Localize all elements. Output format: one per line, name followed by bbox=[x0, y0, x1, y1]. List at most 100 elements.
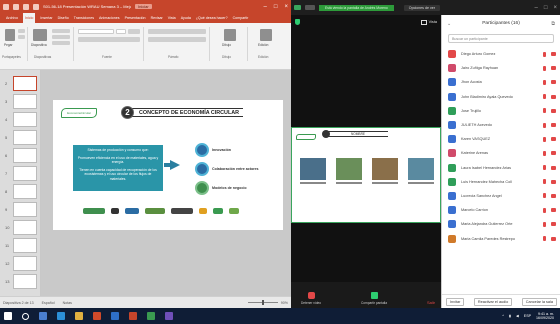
slide-thumbnail[interactable]: 3 bbox=[5, 94, 37, 109]
copy-icon[interactable] bbox=[18, 35, 25, 39]
minimize-icon[interactable]: – bbox=[264, 4, 267, 10]
pop-out-icon[interactable]: ⧉ bbox=[551, 21, 555, 27]
participant-row[interactable]: Luis Hernandez Mahecha Coll bbox=[442, 175, 560, 189]
search-icon[interactable] bbox=[22, 312, 29, 320]
participant-row[interactable]: Marcelo Carrion bbox=[442, 203, 560, 217]
stop-video-button[interactable]: Detener vídeo bbox=[301, 292, 321, 305]
zoom-app-icon[interactable] bbox=[111, 312, 119, 320]
slide-thumbnail[interactable]: 7 bbox=[5, 166, 37, 181]
zoom-control[interactable]: 90% bbox=[247, 300, 288, 305]
slide-thumbnail[interactable]: 2 bbox=[5, 76, 37, 91]
zoom-level[interactable]: 90% bbox=[281, 301, 288, 305]
align-buttons[interactable] bbox=[148, 37, 206, 42]
tab-review[interactable]: Revisar bbox=[151, 16, 163, 20]
font-name-select[interactable] bbox=[78, 29, 114, 34]
more-button[interactable]: Cancelar la sala bbox=[521, 297, 557, 306]
tab-help[interactable]: Ayuda bbox=[181, 16, 191, 20]
tab-file[interactable]: Archivo bbox=[6, 16, 18, 20]
participant-row[interactable]: Maria Alejandra Gutierrez Orte bbox=[442, 217, 560, 231]
layout-button[interactable] bbox=[52, 29, 70, 33]
font-grow-icon[interactable] bbox=[128, 29, 140, 34]
slide-thumbnail[interactable]: 13 bbox=[5, 274, 37, 289]
language-indicator[interactable]: Español bbox=[42, 301, 55, 305]
slide-editor-canvas[interactable]: EconomíaCircular CONCEPTO DE ECONOMÍA CI… bbox=[41, 70, 291, 296]
font-size-select[interactable] bbox=[116, 29, 126, 34]
reset-button[interactable] bbox=[52, 35, 70, 39]
current-slide[interactable]: EconomíaCircular CONCEPTO DE ECONOMÍA CI… bbox=[53, 100, 283, 230]
tell-me-search[interactable]: ¿Qué desea hacer? bbox=[196, 16, 228, 20]
redo-icon[interactable] bbox=[23, 3, 29, 10]
participant-search-input[interactable]: Buscar un participante bbox=[448, 34, 554, 43]
tab-transitions[interactable]: Transiciones bbox=[74, 16, 94, 20]
tray-up-icon[interactable]: ^ bbox=[502, 314, 504, 318]
slide-thumbnail[interactable]: 6 bbox=[5, 148, 37, 163]
excel-app-icon[interactable] bbox=[147, 312, 155, 320]
drawing-icon[interactable] bbox=[224, 29, 236, 41]
maximize-icon[interactable]: □ bbox=[544, 5, 548, 11]
list-buttons[interactable] bbox=[148, 29, 206, 34]
save-icon[interactable] bbox=[3, 3, 9, 10]
participant-row[interactable]: Jose Trujillo bbox=[442, 104, 560, 118]
share-button[interactable]: Compartir bbox=[233, 16, 249, 20]
view-toggle[interactable]: Vista bbox=[420, 19, 437, 25]
tab-slideshow[interactable]: Presentación bbox=[125, 16, 146, 20]
powerpoint-app-icon[interactable] bbox=[129, 312, 137, 320]
tab-design[interactable]: Diseño bbox=[58, 16, 69, 20]
tab-animations[interactable]: Animaciones bbox=[99, 16, 120, 20]
invite-button[interactable]: Invitar bbox=[446, 297, 465, 306]
slide-thumbnail[interactable]: 9 bbox=[5, 202, 37, 217]
slide-thumbnail[interactable]: 4 bbox=[5, 112, 37, 127]
clock[interactable]: 9:41 a. m. 16/09/2020 bbox=[536, 312, 554, 321]
participant-row[interactable]: Laura Isabel Hernandez Arias bbox=[442, 161, 560, 175]
cut-icon[interactable] bbox=[18, 29, 25, 33]
slide-thumbnail[interactable]: 11 bbox=[5, 238, 37, 253]
participant-row[interactable]: Maria Camila Paredes Restrepo bbox=[442, 231, 560, 245]
view-options-button[interactable]: Opciones de ver bbox=[403, 4, 440, 11]
leave-button[interactable]: Salir bbox=[427, 300, 435, 305]
slide-thumbnail[interactable]: 8 bbox=[5, 184, 37, 199]
notes-button[interactable]: Notas bbox=[63, 301, 72, 305]
zoom-slider[interactable] bbox=[247, 300, 278, 305]
slide-thumbnail[interactable]: 5 bbox=[5, 130, 37, 145]
tab-view[interactable]: Vista bbox=[168, 16, 176, 20]
tab-home[interactable]: Inicio bbox=[22, 13, 36, 23]
maximize-icon[interactable]: □ bbox=[274, 4, 278, 10]
teams-app-icon[interactable] bbox=[165, 312, 173, 320]
network-icon[interactable]: ▮ bbox=[509, 314, 511, 318]
start-slideshow-icon[interactable] bbox=[33, 3, 39, 10]
participant-row[interactable]: JULIETH Acevedo bbox=[442, 118, 560, 132]
collapse-icon[interactable]: ⌄ bbox=[447, 21, 451, 27]
participant-row[interactable]: Karen VASQUEZ bbox=[442, 132, 560, 146]
paste-icon[interactable] bbox=[5, 29, 15, 41]
volume-icon[interactable]: ◀ bbox=[516, 314, 519, 318]
share-screen-button[interactable]: Compartir pantalla bbox=[361, 292, 387, 305]
slide-thumbnail[interactable]: 12 bbox=[5, 256, 37, 271]
tab-insert[interactable]: Insertar bbox=[40, 16, 52, 20]
participant-row[interactable]: Katerine Arenas bbox=[442, 146, 560, 160]
chrome-icon[interactable] bbox=[93, 312, 101, 320]
section-button[interactable] bbox=[52, 41, 70, 45]
participant-row[interactable]: John Bladimiro Ayala Quevedo bbox=[442, 90, 560, 104]
participant-row[interactable]: Jairo Zuñiga Rayhuan bbox=[442, 61, 560, 75]
meeting-info-icon[interactable] bbox=[305, 5, 315, 10]
task-view-icon[interactable] bbox=[39, 312, 47, 320]
undo-icon[interactable] bbox=[13, 3, 19, 10]
windows-start-icon[interactable] bbox=[4, 312, 12, 320]
file-explorer-icon[interactable] bbox=[75, 312, 83, 320]
sign-in-badge[interactable]: Iniciar bbox=[135, 4, 152, 9]
minimize-icon[interactable]: – bbox=[535, 5, 538, 11]
font-format-buttons[interactable] bbox=[78, 37, 140, 42]
slide-thumbnail[interactable]: 10 bbox=[5, 220, 37, 235]
participant-row[interactable]: Diego Arturo Gomez bbox=[442, 47, 560, 61]
close-icon[interactable]: × bbox=[284, 4, 288, 10]
participant-row[interactable]: Jhon Acosta bbox=[442, 75, 560, 89]
edge-icon[interactable] bbox=[57, 312, 65, 320]
participant-row[interactable]: Lucrecia Sanchez Angel bbox=[442, 189, 560, 203]
editing-icon[interactable] bbox=[260, 29, 272, 41]
language-indicator[interactable]: ESP bbox=[524, 314, 531, 318]
close-icon[interactable]: × bbox=[553, 5, 557, 11]
shared-screen-view[interactable]: NOMBRE bbox=[291, 127, 441, 223]
unmute-button[interactable]: Reactivar el audio bbox=[473, 297, 513, 306]
encryption-shield-icon[interactable] bbox=[295, 19, 300, 25]
new-slide-icon[interactable] bbox=[33, 29, 47, 41]
